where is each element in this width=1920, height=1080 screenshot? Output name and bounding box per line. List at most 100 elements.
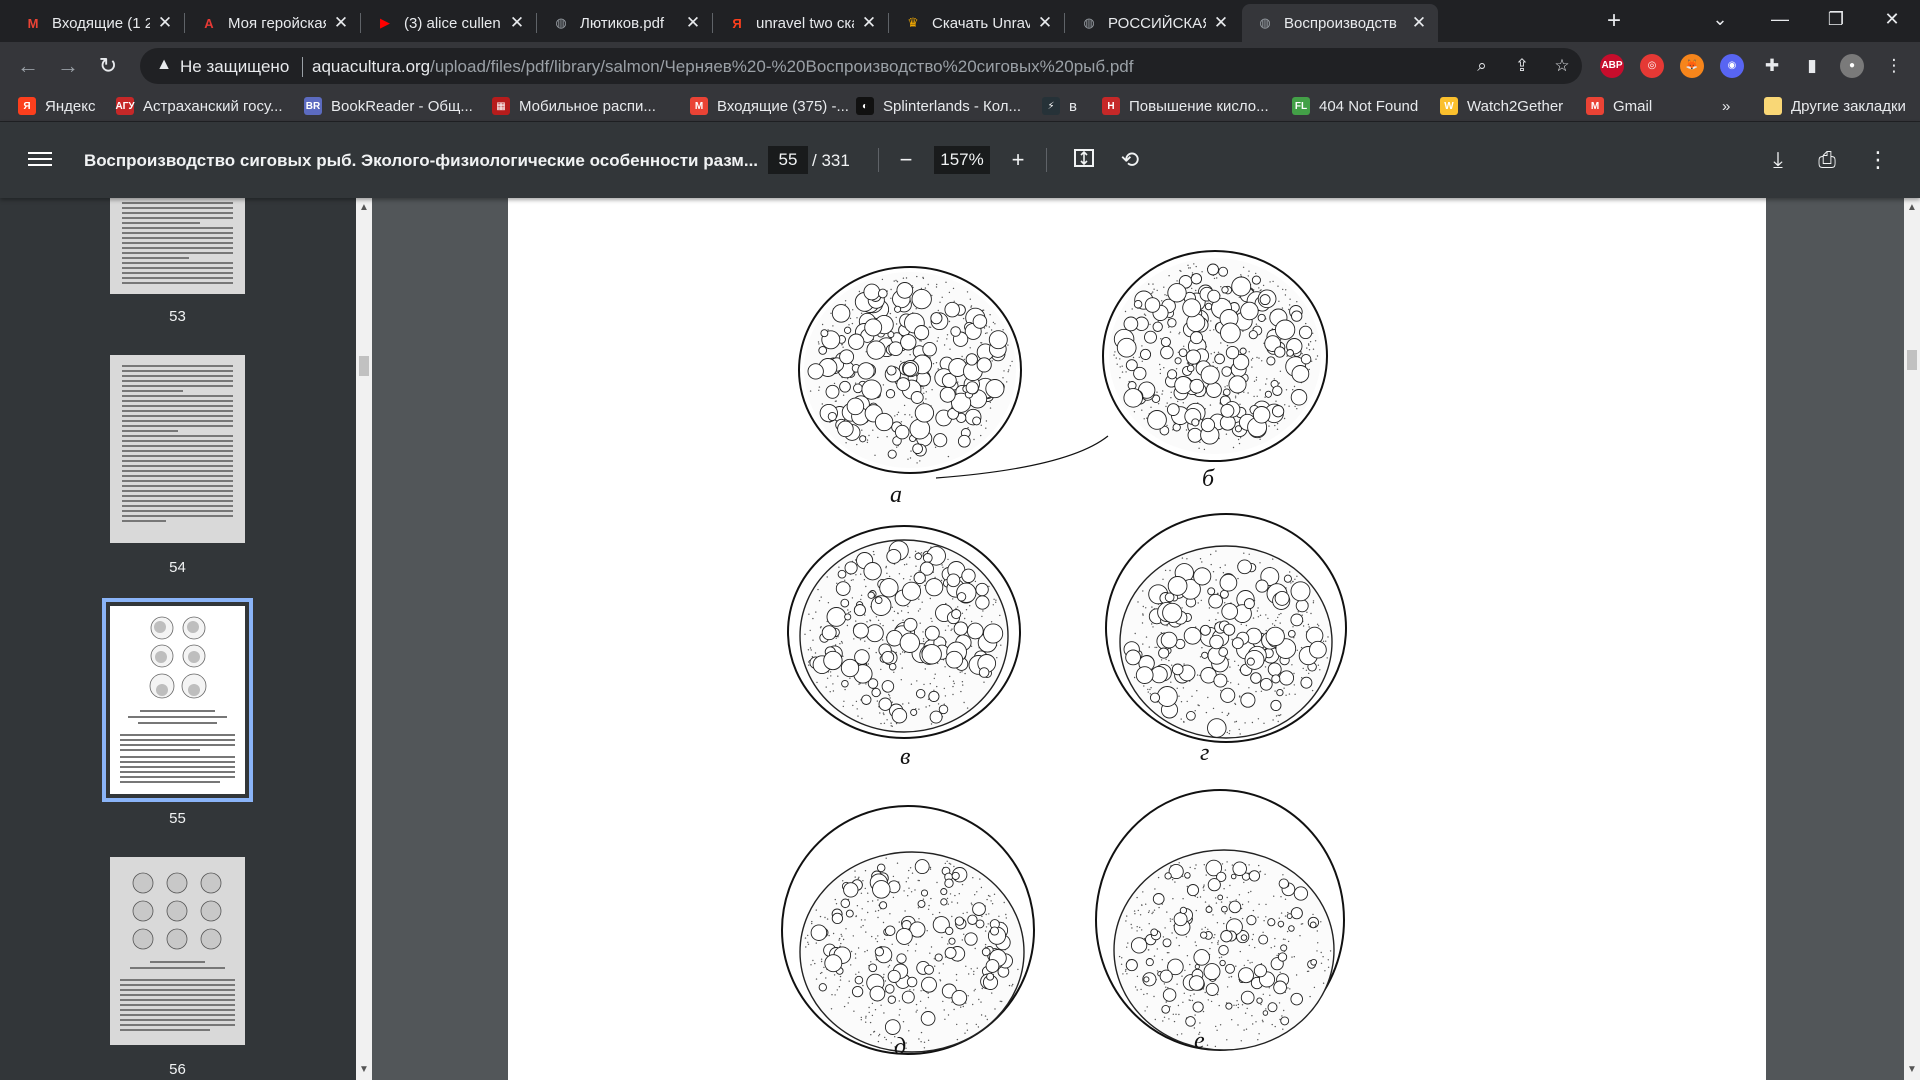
crown-icon: ♛: [907, 15, 919, 30]
thumbnail-number: 53: [169, 308, 186, 325]
bookmark-item[interactable]: M Входящие (375) -...: [690, 95, 849, 117]
tab-0[interactable]: M Входящие (1 295 ✕: [10, 4, 184, 42]
bookmark-star-icon[interactable]: ☆: [1550, 54, 1574, 78]
tab-4[interactable]: Яunravel two скача ✕: [714, 4, 888, 42]
tab-close-icon[interactable]: ✕: [508, 13, 526, 33]
schedule-icon: ▦: [492, 97, 510, 115]
page-scroll-thumb[interactable]: [1907, 350, 1917, 370]
agu-icon: АГУ: [115, 97, 135, 115]
tab-2[interactable]: ▶ (3) alice cullen pl ✕: [362, 4, 536, 42]
bookmark-item[interactable]: FL 404 Not Found: [1292, 95, 1418, 117]
scroll-down-arrow-icon[interactable]: ▼: [356, 1062, 372, 1078]
bookmark-item[interactable]: H Повышение кисло...: [1102, 95, 1269, 117]
tab-7[interactable]: ◍ Воспроизводств ✕: [1242, 4, 1438, 42]
forward-arrow-icon[interactable]: →: [52, 50, 84, 82]
globe-icon: ◍: [555, 15, 567, 30]
tab-close-icon[interactable]: ✕: [860, 13, 878, 33]
bookmark-item[interactable]: BR BookReader - Общ...: [304, 95, 473, 117]
bookmark-item[interactable]: W Watch2Gether: [1440, 95, 1563, 117]
tab-close-icon[interactable]: ✕: [1036, 13, 1054, 33]
not-secure-label[interactable]: Не защищено: [180, 57, 289, 77]
figure-label-d: д: [894, 1034, 907, 1060]
bookmark-label: Астраханский госу...: [143, 97, 283, 115]
share-icon[interactable]: ⇪: [1510, 54, 1534, 78]
url-path: /upload/files/pdf/library/salmon/Черняев…: [430, 57, 1134, 76]
address-bar[interactable]: ▲ Не защищено aquacultura.org/upload/fil…: [140, 48, 1582, 84]
thumbnail-page-54[interactable]: [110, 355, 245, 543]
tab-close-icon[interactable]: ✕: [332, 13, 350, 33]
tab-close-icon[interactable]: ✕: [156, 13, 174, 33]
reload-icon[interactable]: ↻: [92, 50, 124, 82]
sidebar-scrollbar[interactable]: ▲ ▼: [356, 198, 372, 1080]
restore-icon[interactable]: ❐: [1808, 0, 1864, 42]
zoom-out-icon[interactable]: −: [892, 146, 920, 174]
more-options-icon[interactable]: ⋮: [1864, 146, 1892, 174]
minimize-icon[interactable]: —: [1752, 0, 1808, 42]
thumbnail-figure: [120, 616, 235, 783]
side-panel-icon[interactable]: ▮: [1800, 54, 1824, 78]
fit-page-icon[interactable]: [1070, 146, 1098, 174]
target-extension-icon[interactable]: ◎: [1640, 54, 1664, 78]
address-divider: [302, 57, 303, 77]
rotate-icon[interactable]: ⟲: [1116, 146, 1144, 174]
tab-3[interactable]: ◍ Лютиков.pdf ✕: [538, 4, 712, 42]
sidebar-scroll-thumb[interactable]: [359, 356, 369, 376]
scroll-up-arrow-icon[interactable]: ▲: [356, 200, 372, 216]
back-arrow-icon[interactable]: ←: [12, 50, 44, 82]
thumbnail-sidebar: 53 54 55 56: [0, 198, 356, 1080]
tab-close-icon[interactable]: ✕: [1410, 13, 1428, 33]
thumbnail-page-55[interactable]: [102, 598, 253, 802]
bookmark-item[interactable]: Я Яндекс: [18, 95, 95, 117]
page-total: / 331: [812, 151, 850, 170]
bookmark-item[interactable]: АГУ Астраханский госу...: [115, 95, 283, 117]
bookmark-label: Watch2Gether: [1467, 97, 1564, 115]
metamask-icon[interactable]: 🦊: [1680, 54, 1704, 78]
extensions-puzzle-icon[interactable]: ✚: [1760, 54, 1784, 78]
toolbar-divider: [1046, 148, 1047, 172]
browser-toolbar: ← → ↻ ▲ Не защищено aquacultura.org/uplo…: [0, 42, 1920, 90]
bookmark-item[interactable]: ◐ Splinterlands - Кол...: [856, 95, 1021, 117]
discord-extension-icon[interactable]: ◉: [1720, 54, 1744, 78]
other-bookmarks-folder[interactable]: Другие закладки: [1764, 95, 1906, 117]
gmail-icon: M: [1586, 97, 1604, 115]
print-icon[interactable]: ⎙: [1813, 146, 1841, 174]
page-number-input[interactable]: 55: [768, 146, 808, 174]
tab-search-icon[interactable]: ⌄: [1692, 0, 1748, 42]
profile-avatar[interactable]: ●: [1840, 54, 1864, 78]
egg-drawing: [787, 525, 1021, 739]
bookmark-label: Входящие (375) -...: [717, 97, 849, 115]
zoom-level-input[interactable]: 157%: [934, 146, 990, 174]
tab-6[interactable]: ◍ РОССИЙСКАЯ Ф ✕: [1066, 4, 1240, 42]
browser-menu-icon[interactable]: ⋮: [1882, 54, 1906, 78]
thumbnail-number: 55: [169, 810, 186, 827]
yandex-icon: Я: [732, 15, 742, 31]
bookmark-item[interactable]: ⚡ в: [1042, 95, 1077, 117]
adblock-icon[interactable]: ABP: [1600, 54, 1624, 78]
url-text[interactable]: aquacultura.org/upload/files/pdf/library…: [312, 57, 1133, 77]
scroll-up-arrow-icon[interactable]: ▲: [1904, 200, 1920, 216]
page-scrollbar[interactable]: ▲ ▼: [1904, 198, 1920, 1080]
warning-icon[interactable]: ▲: [154, 56, 174, 76]
menu-hamburger-icon[interactable]: [28, 148, 52, 172]
tab-close-icon[interactable]: ✕: [1212, 13, 1230, 33]
tab-close-icon[interactable]: ✕: [684, 13, 702, 33]
thumbnail-number: 54: [169, 559, 186, 576]
bookmarks-overflow-button[interactable]: »: [1722, 95, 1730, 117]
tab-title: Лютиков.pdf: [580, 14, 665, 32]
window-close-icon[interactable]: ✕: [1864, 0, 1920, 42]
tab-title: Входящие (1 295: [52, 14, 150, 32]
zoom-icon[interactable]: ⌕: [1470, 54, 1494, 78]
tab-1[interactable]: A Моя геройская а ✕: [186, 4, 360, 42]
new-tab-button[interactable]: +: [1600, 8, 1628, 36]
thumbnail-page-56[interactable]: [110, 857, 245, 1045]
bookmark-item[interactable]: ▦ Мобильное распи...: [492, 95, 656, 117]
bookmark-item[interactable]: M Gmail: [1586, 95, 1652, 117]
download-icon[interactable]: ⤓: [1764, 146, 1792, 174]
tab-5[interactable]: ♛ Скачать Unravel ✕: [890, 4, 1064, 42]
splinterlands-icon: ◐: [856, 97, 874, 115]
scroll-down-arrow-icon[interactable]: ▼: [1904, 1062, 1920, 1078]
zoom-in-icon[interactable]: +: [1004, 146, 1032, 174]
tab-separator: [712, 13, 713, 33]
figure-label-v: в: [900, 744, 911, 770]
thumbnail-page-53[interactable]: [110, 198, 245, 294]
